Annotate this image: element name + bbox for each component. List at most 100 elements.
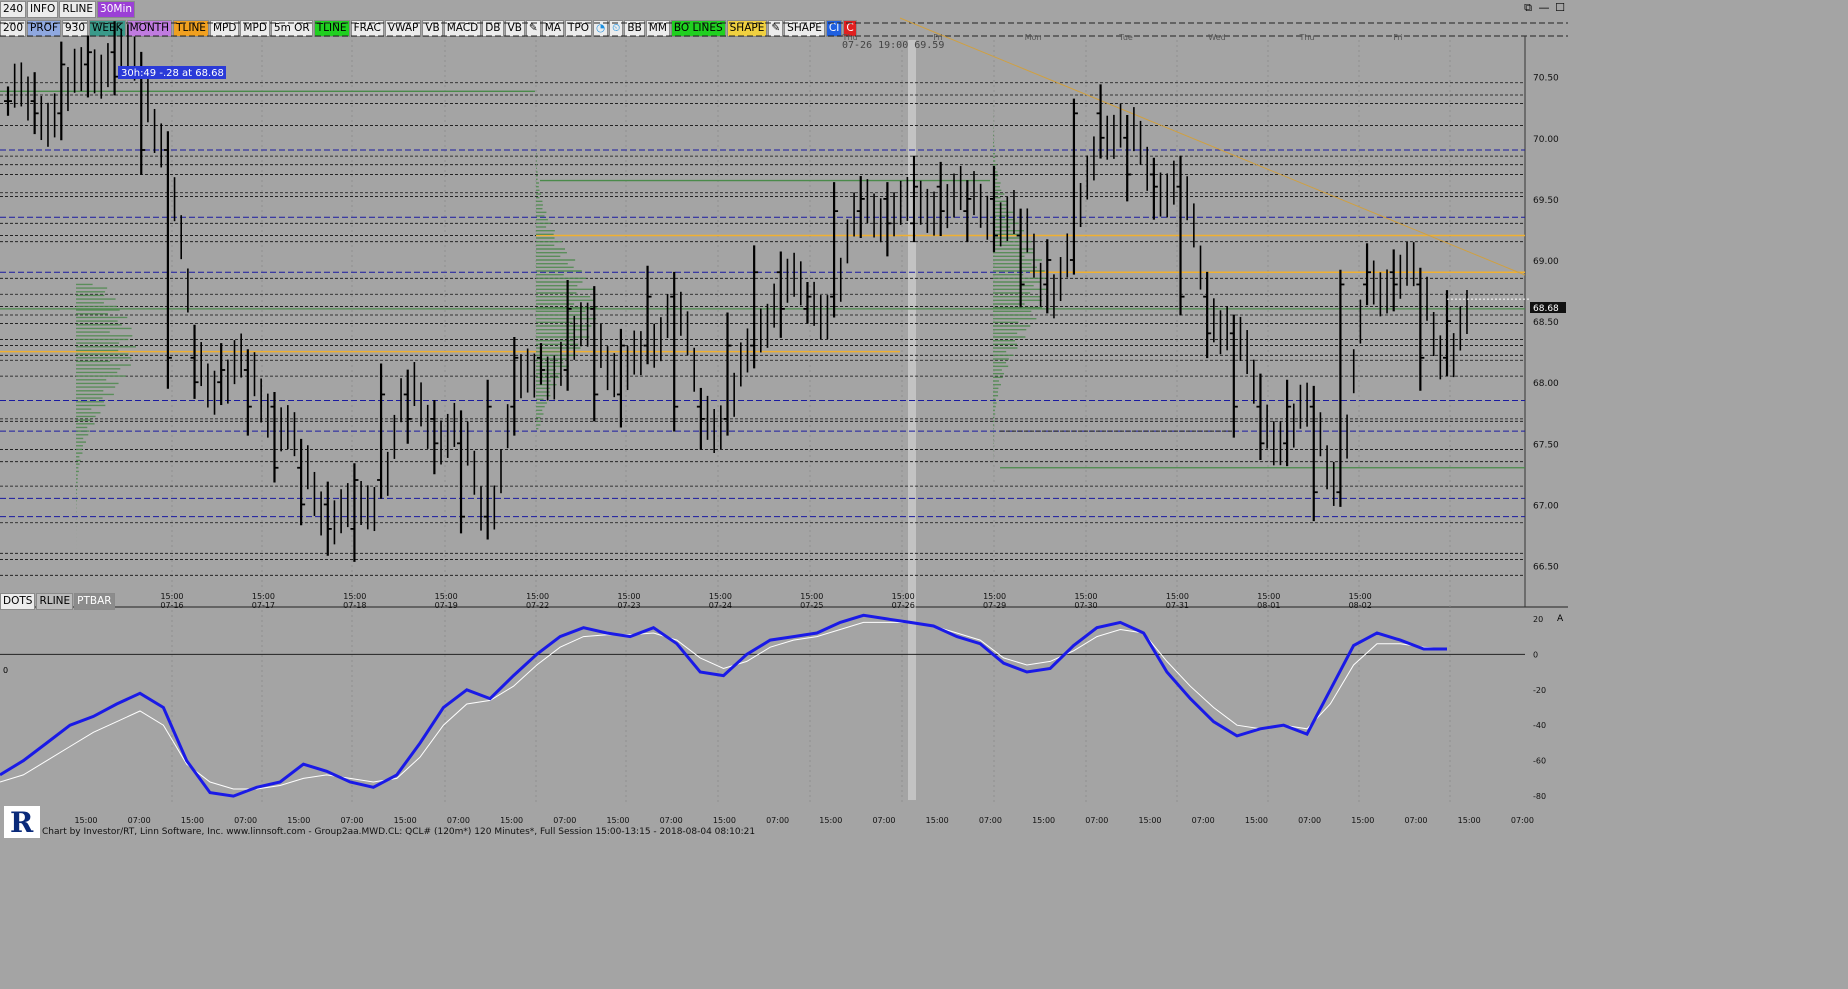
date-tick-label: 07-30 bbox=[1074, 601, 1097, 610]
date-tick-label: 07-29 bbox=[983, 601, 1006, 610]
osc-time-label: 07:00 bbox=[1511, 816, 1534, 825]
date-tick-label: 07-24 bbox=[709, 601, 732, 610]
price-bar bbox=[856, 176, 882, 243]
weekday-label: Thu bbox=[841, 33, 857, 42]
time-tick-label: 15:00 bbox=[526, 592, 549, 601]
price-bar bbox=[1336, 269, 1362, 507]
time-tick-label: 15:00 bbox=[1257, 592, 1280, 601]
time-tick-label: 15:00 bbox=[343, 592, 366, 601]
osc-time-label: 07:00 bbox=[553, 816, 576, 825]
date-tick-label: 07-19 bbox=[435, 601, 458, 610]
investor-rt-logo: R bbox=[4, 806, 40, 839]
price-bar bbox=[483, 379, 509, 540]
price-bar bbox=[1123, 107, 1149, 202]
weekday-label: Fri bbox=[933, 33, 943, 42]
oscillator-panel: 20 0 -20 -40 -60 -80 15:00 07:00 15:00 07:00 15:00… bbox=[0, 610, 1546, 825]
price-tick-label: 68.00 bbox=[1533, 379, 1559, 389]
price-bar bbox=[963, 171, 989, 243]
time-tick-label: 15:00 bbox=[892, 592, 915, 601]
osc-time-label: 07:00 bbox=[979, 816, 1002, 825]
tab-ptbar[interactable]: PTBAR bbox=[74, 593, 115, 610]
weekday-label: Fri bbox=[1393, 33, 1403, 42]
osc-time-label: 07:00 bbox=[872, 816, 895, 825]
price-bar bbox=[217, 333, 242, 406]
osc-time-label: 15:00 bbox=[74, 816, 97, 825]
osc-time-label: 07:00 bbox=[447, 816, 470, 825]
horizontal-levels bbox=[0, 82, 1525, 576]
osc-time-label: 07:00 bbox=[234, 816, 257, 825]
lower-tab-bar: DOTS RLINE PTBAR bbox=[0, 593, 116, 610]
price-bar bbox=[696, 387, 722, 453]
price-bar bbox=[297, 438, 322, 536]
price-bar bbox=[163, 131, 189, 389]
price-bar bbox=[350, 463, 376, 562]
price-bar bbox=[1149, 157, 1175, 220]
osc-time-label: 15:00 bbox=[394, 816, 417, 825]
price-bars bbox=[4, 21, 1530, 562]
price-bar bbox=[1416, 267, 1442, 391]
osc-time-label: 15:00 bbox=[500, 816, 523, 825]
price-bar bbox=[1043, 233, 1069, 319]
info-label: 30h:49 -.28 at 68.68 bbox=[121, 68, 224, 79]
osc-time-label: 15:00 bbox=[926, 816, 949, 825]
time-tick-label: 15:00 bbox=[800, 592, 823, 601]
price-tick-label: 67.00 bbox=[1533, 501, 1559, 511]
weekday-label: Thu bbox=[1298, 33, 1314, 42]
status-bar: Chart by Investor/RT, Linn Software, Inc… bbox=[42, 827, 756, 837]
price-tick-label: 67.50 bbox=[1533, 440, 1559, 450]
time-tick-label: 15:00 bbox=[1074, 592, 1097, 601]
osc-time-label: 15:00 bbox=[1351, 816, 1374, 825]
tab-rline[interactable]: RLINE bbox=[36, 593, 74, 610]
osc-time-label: 15:00 bbox=[287, 816, 310, 825]
price-bar bbox=[270, 392, 296, 483]
price-bar bbox=[776, 251, 802, 338]
price-tick-label: 66.50 bbox=[1533, 563, 1559, 573]
time-tick-label: 15:00 bbox=[1349, 592, 1372, 601]
price-bar bbox=[110, 21, 136, 96]
oscillator-line bbox=[0, 613, 1447, 798]
last-price: 68.68 bbox=[1533, 304, 1559, 314]
date-tick-label: 07-31 bbox=[1166, 601, 1189, 610]
price-bar bbox=[190, 324, 216, 415]
price-bar bbox=[883, 176, 909, 257]
price-axis: 70.50 70.00 69.50 69.00 68.50 68.00 67.50 67.00… bbox=[160, 74, 1559, 610]
osc-time-label: 15:00 bbox=[1245, 816, 1268, 825]
svg-text:R: R bbox=[10, 806, 34, 838]
osc-time-label: 15:00 bbox=[606, 816, 629, 825]
price-bar bbox=[1443, 289, 1468, 378]
panel-marker-left: 0 bbox=[3, 666, 8, 675]
osc-tick-label: -20 bbox=[1533, 686, 1546, 695]
price-bar bbox=[83, 35, 109, 99]
price-bar bbox=[430, 400, 456, 475]
time-tick-label: 15:00 bbox=[1166, 592, 1189, 601]
osc-time-label: 15:00 bbox=[1458, 816, 1481, 825]
cursor-crosshair bbox=[908, 40, 916, 800]
date-tick-label: 07-17 bbox=[252, 601, 275, 610]
price-tick-label: 68.50 bbox=[1533, 318, 1559, 328]
osc-tick-label: 0 bbox=[1533, 650, 1538, 659]
osc-time-label: 07:00 bbox=[340, 816, 363, 825]
price-bar bbox=[403, 362, 429, 449]
osc-time-label: 15:00 bbox=[1032, 816, 1055, 825]
osc-time-label: 07:00 bbox=[1404, 816, 1427, 825]
date-tick-label: 07-18 bbox=[343, 601, 366, 610]
price-bar bbox=[803, 281, 829, 340]
date-tick-label: 08-02 bbox=[1349, 601, 1372, 610]
time-tick-label: 15:00 bbox=[983, 592, 1006, 601]
price-bar bbox=[936, 161, 962, 236]
price-tick-label: 69.50 bbox=[1533, 196, 1559, 206]
last-price-tag: 68.68 bbox=[1530, 302, 1566, 314]
price-bar bbox=[323, 481, 349, 556]
price-bar bbox=[457, 410, 482, 534]
chart-canvas[interactable]: 70.50 70.00 69.50 69.00 68.50 68.00 67.50 67.00… bbox=[0, 0, 1568, 839]
date-tick-label: 08-01 bbox=[1257, 601, 1280, 610]
price-tick-label: 70.50 bbox=[1533, 74, 1559, 84]
tab-dots[interactable]: DOTS bbox=[0, 593, 36, 610]
price-bar bbox=[616, 328, 642, 428]
price-bar bbox=[910, 155, 935, 243]
osc-tick-label: -60 bbox=[1533, 757, 1546, 766]
price-bar bbox=[1283, 379, 1308, 467]
price-tick-label: 70.00 bbox=[1533, 135, 1559, 145]
price-bar bbox=[723, 312, 749, 436]
date-tick-label: 07-26 bbox=[892, 601, 915, 610]
